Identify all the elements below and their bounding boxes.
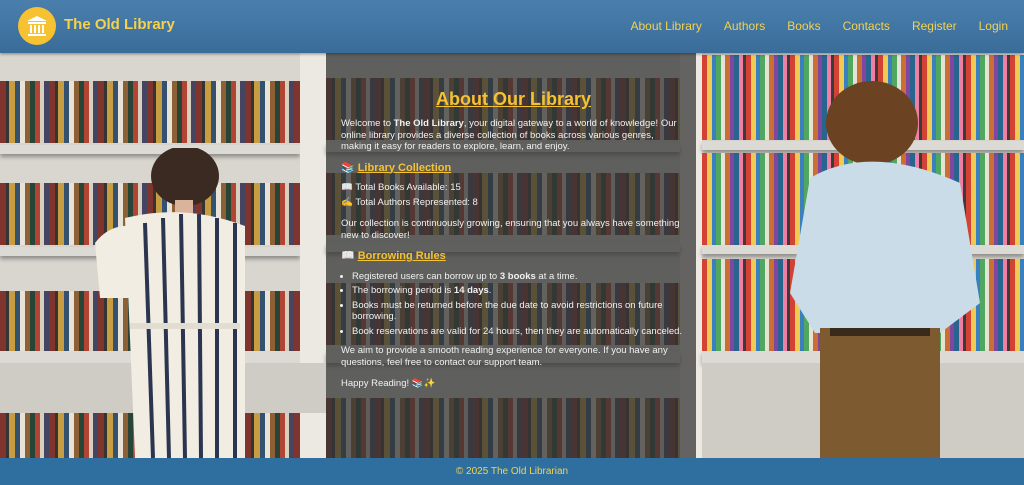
books-stack-icon: 📚 xyxy=(341,161,355,174)
nav-register[interactable]: Register xyxy=(912,19,957,33)
stat-total-authors: ✍ Total Authors Represented: 8 xyxy=(341,197,686,209)
rule-item: The borrowing period is 14 days. xyxy=(352,285,686,297)
open-book-icon: 📖 xyxy=(341,250,355,262)
footer: © 2025 The Old Librarian xyxy=(0,458,1024,485)
library-logo-icon[interactable] xyxy=(18,7,56,45)
nav-about-library[interactable]: About Library xyxy=(630,19,701,33)
nav-books[interactable]: Books xyxy=(787,19,820,33)
rule-text: . xyxy=(488,285,492,296)
borrowing-rules-heading: 📖 Borrowing Rules xyxy=(341,250,686,263)
page-title: About Our Library xyxy=(435,89,591,109)
borrowing-rules-list: Registered users can borrow up to 3 book… xyxy=(341,271,686,338)
nav-menu: About Library Authors Books Contacts Reg… xyxy=(608,19,1008,33)
stat-total-authors-text: Total Authors Represented: 8 xyxy=(355,196,478,208)
collection-heading-text: Library Collection xyxy=(357,161,452,174)
brand-name[interactable]: The Old Library xyxy=(64,16,175,33)
top-navbar: The Old Library About Library Authors Bo… xyxy=(0,0,1024,53)
nav-authors[interactable]: Authors xyxy=(724,19,765,33)
nav-contacts[interactable]: Contacts xyxy=(843,19,890,33)
nav-login[interactable]: Login xyxy=(979,19,1008,33)
about-content: About Our Library Welcome to The Old Lib… xyxy=(341,88,686,400)
stat-total-books-text: Total Books Available: 15 xyxy=(355,182,461,193)
collection-paragraph: Our collection is continuously growing, … xyxy=(341,218,680,241)
reader-man-figure xyxy=(790,81,980,458)
rule-emphasis: 3 books xyxy=(499,270,536,282)
rule-text: The borrowing period is xyxy=(352,285,454,296)
rule-item: Registered users can borrow up to 3 book… xyxy=(352,271,686,283)
reader-woman-figure xyxy=(95,148,245,458)
open-book-icon: 📖 xyxy=(341,182,353,193)
writing-hand-icon: ✍ xyxy=(341,196,353,208)
borrowing-rules-heading-text: Borrowing Rules xyxy=(357,250,446,262)
rule-emphasis: 14 days xyxy=(453,285,489,296)
rule-text: Registered users can borrow up to xyxy=(352,270,500,282)
copyright-text: © 2025 The Old Librarian xyxy=(455,466,569,477)
collection-heading: 📚 Library Collection xyxy=(341,161,686,175)
rule-text: at a time. xyxy=(535,270,578,282)
library-building-icon xyxy=(27,16,47,36)
closing-paragraph: We aim to provide a smooth reading exper… xyxy=(341,345,668,368)
intro-paragraph: Welcome to The Old Library, your digital… xyxy=(341,118,686,153)
stat-total-books: 📖 Total Books Available: 15 xyxy=(341,182,686,194)
intro-text-start: Welcome to xyxy=(341,118,394,129)
rule-item: Book reservations are valid for 24 hours… xyxy=(352,326,686,338)
rule-item: Books must be returned before the due da… xyxy=(352,300,686,323)
intro-library-name: The Old Library xyxy=(393,118,464,129)
signoff-text: Happy Reading! 📚✨ xyxy=(341,378,436,389)
